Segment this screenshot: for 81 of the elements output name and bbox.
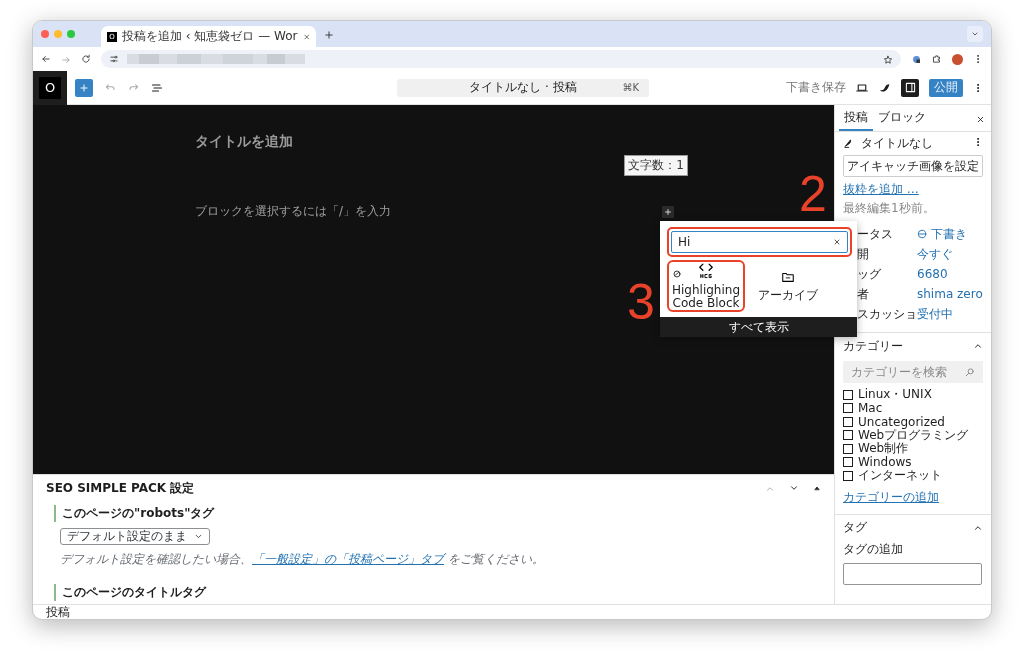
checkbox-label: Windows	[858, 455, 912, 470]
checkbox-label: Uncategorized	[858, 414, 945, 429]
checkbox-label: Web制作	[858, 441, 909, 456]
field-label: タグの追加	[842, 540, 904, 558]
collapse-icon[interactable]	[973, 341, 983, 351]
title-placeholder[interactable]: タイトルを追加	[195, 133, 293, 151]
panel-title: タグ	[843, 519, 867, 536]
featured-image-button[interactable]: アイキャッチ画像を設定	[843, 155, 983, 177]
sidebar-icon	[904, 82, 916, 93]
excerpt-link[interactable]: 抜粋を追加 …	[843, 181, 919, 198]
reload-icon[interactable]	[81, 54, 91, 64]
tab-title: 投稿を追加 ‹ 知恵袋ゼロ — Wor	[122, 28, 298, 45]
add-block-button[interactable]	[662, 205, 674, 218]
row-label: ッグ	[856, 265, 882, 283]
site-icon[interactable]: O	[39, 76, 61, 99]
publish-button[interactable]: 公開	[929, 78, 963, 97]
checkbox[interactable]	[843, 416, 853, 427]
annotation-number: 3	[627, 277, 655, 327]
checkbox[interactable]	[843, 457, 853, 468]
block-item[interactable]: アーカイブ	[749, 260, 827, 312]
bookmark-star-icon[interactable]	[883, 54, 893, 65]
plus-icon	[79, 82, 89, 93]
code-block-icon	[697, 262, 715, 279]
extension-icon[interactable]	[911, 53, 922, 65]
post-title: タイトルなし	[861, 134, 933, 152]
clear-icon[interactable]	[833, 238, 841, 246]
plus-icon	[664, 207, 672, 216]
section-heading: このページのタイトルタグ	[54, 584, 821, 602]
last-edited: 最終編集1秒前。	[843, 200, 936, 217]
chevron-down-icon	[971, 30, 979, 38]
profile-avatar[interactable]	[952, 53, 963, 65]
collapse-icon[interactable]	[813, 484, 821, 493]
tag-input-field[interactable]	[843, 562, 982, 585]
checkbox[interactable]	[843, 470, 853, 481]
block-search-field[interactable]: Hi	[671, 231, 848, 253]
block-item[interactable]: Highlighing Code Block	[667, 260, 745, 312]
close-icon[interactable]	[976, 114, 985, 124]
command-bar[interactable]: タイトルなし · 投稿 ⌘K	[397, 78, 649, 97]
row-value[interactable]: 今すぐ	[917, 245, 953, 263]
site-settings-icon[interactable]	[109, 54, 119, 64]
sidebar-tab[interactable]: ブロック	[873, 105, 931, 131]
robots-select[interactable]: デフォルト設定のまま	[60, 528, 210, 546]
show-all-button[interactable]: すべて表示	[660, 317, 857, 337]
row-label: 者	[856, 285, 870, 303]
block-inserter-button[interactable]	[75, 78, 93, 97]
paragraph-placeholder[interactable]: ブロックを選択するには「/」を入力	[195, 203, 392, 220]
status-bar: 投稿	[33, 604, 991, 619]
preview-laptop-icon[interactable]	[856, 81, 868, 94]
save-draft-button[interactable]: 下書き保存	[786, 79, 846, 96]
draft-status-icon	[917, 229, 927, 239]
add-category-link[interactable]: カテゴリーの追加	[843, 488, 939, 506]
checkbox-label: Linux・UNIX	[858, 386, 932, 403]
feather-icon	[843, 138, 853, 148]
checkbox-label: インターネット	[858, 467, 942, 485]
puzzle-icon[interactable]	[932, 54, 942, 64]
annotation-number: 2	[799, 169, 827, 219]
back-icon[interactable]	[41, 54, 51, 64]
word-count: 文字数：1	[624, 155, 688, 176]
row-label: ータス	[856, 225, 894, 243]
settings-toggle[interactable]	[901, 78, 919, 97]
list-view-icon[interactable]	[151, 81, 163, 94]
checkbox[interactable]	[843, 430, 853, 441]
row-value[interactable]: 受付中	[917, 305, 953, 323]
settings-link[interactable]: 「一般設定」の「投稿ページ」タブ	[252, 552, 444, 567]
search-icon	[965, 367, 975, 377]
row-value[interactable]: 6680	[917, 267, 948, 281]
checkbox-label: Mac	[858, 401, 883, 416]
row-label: 開	[856, 245, 870, 263]
row-value[interactable]: 下書き	[917, 225, 967, 243]
help-text: デフォルト設定を確認したい場合、「一般設定」の「投稿ページ」タブ をご覧ください。	[60, 551, 545, 569]
section-heading: このページの"robots"タグ	[54, 505, 821, 523]
new-tab-icon[interactable]	[324, 29, 334, 40]
checkbox[interactable]	[843, 443, 853, 454]
plugin-badge-icon	[673, 270, 681, 278]
checkbox[interactable]	[843, 389, 853, 400]
row-value[interactable]: shima zero	[917, 287, 983, 301]
checkbox[interactable]	[843, 403, 853, 414]
row-label: スカッショ	[856, 305, 917, 323]
panel-title: カテゴリー	[843, 337, 903, 355]
sidebar-tab[interactable]: 投稿	[839, 105, 873, 131]
panel-title: SEO SIMPLE PACK 設定	[46, 479, 195, 497]
